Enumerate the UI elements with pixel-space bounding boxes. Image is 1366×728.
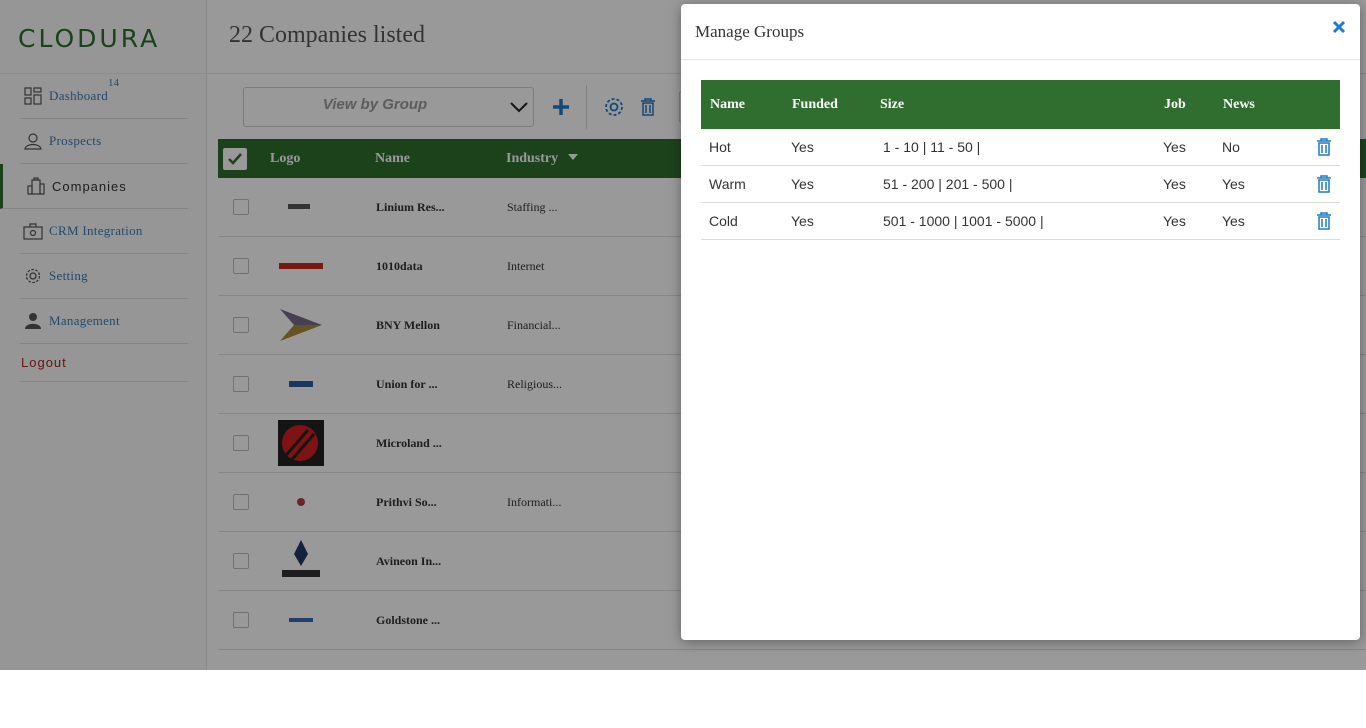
column-header-news: News	[1223, 96, 1255, 112]
delete-group-button[interactable]	[1315, 211, 1333, 231]
close-button[interactable]	[1330, 18, 1348, 36]
column-header-name: Name	[710, 96, 745, 112]
delete-group-button[interactable]	[1315, 174, 1333, 194]
group-row: Warm Yes 51 - 200 | 201 - 500 | Yes Yes	[701, 166, 1340, 203]
delete-group-button[interactable]	[1315, 137, 1333, 157]
trash-icon	[1317, 138, 1331, 156]
group-news: No	[1222, 139, 1240, 155]
group-news: Yes	[1222, 213, 1245, 229]
trash-icon	[1317, 212, 1331, 230]
group-name: Warm	[709, 176, 746, 192]
close-icon	[1332, 20, 1346, 34]
group-funded: Yes	[791, 139, 814, 155]
manage-groups-modal: Manage Groups Name Funded Size Job News …	[681, 4, 1360, 640]
group-size: 51 - 200 | 201 - 500 |	[883, 176, 1013, 192]
group-funded: Yes	[791, 213, 814, 229]
group-name: Hot	[709, 139, 731, 155]
column-header-job: Job	[1164, 96, 1186, 112]
group-job: Yes	[1163, 139, 1186, 155]
modal-title: Manage Groups	[695, 22, 805, 41]
group-funded: Yes	[791, 176, 814, 192]
group-job: Yes	[1163, 176, 1186, 192]
groups-table-header: Name Funded Size Job News	[701, 80, 1340, 129]
group-job: Yes	[1163, 213, 1186, 229]
groups-table: Name Funded Size Job News Hot Yes 1 - 10…	[701, 80, 1340, 240]
group-news: Yes	[1222, 176, 1245, 192]
group-size: 1 - 10 | 11 - 50 |	[883, 139, 981, 155]
column-header-funded: Funded	[792, 96, 838, 112]
trash-icon	[1317, 175, 1331, 193]
modal-header: Manage Groups	[681, 4, 1360, 60]
group-name: Cold	[709, 213, 738, 229]
group-row: Cold Yes 501 - 1000 | 1001 - 5000 | Yes …	[701, 203, 1340, 240]
group-row: Hot Yes 1 - 10 | 11 - 50 | Yes No	[701, 129, 1340, 166]
app-root: CLODURA Dashboard 14 Prospects Companies…	[0, 0, 1366, 670]
column-header-size: Size	[880, 96, 905, 112]
group-size: 501 - 1000 | 1001 - 5000 |	[883, 213, 1044, 229]
